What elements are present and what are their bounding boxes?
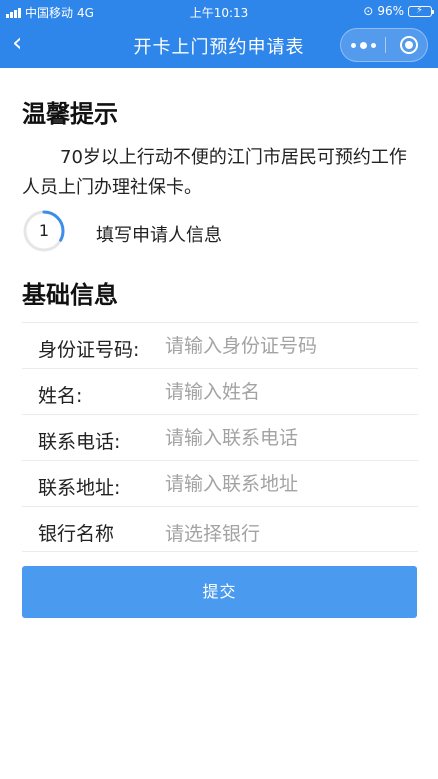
application-form: 身份证号码: 姓名: 联系电话: 联系地址: 银行名称 请选择银行 (22, 322, 418, 552)
notice-text: 70岁以上行动不便的江门市居民可预约工作人员上门办理社保卡。 (22, 147, 407, 198)
step-label: 填写申请人信息 (96, 225, 222, 246)
bank-label: 银行名称 (38, 523, 115, 545)
form-row-address: 联系地址: (22, 460, 418, 506)
bank-select[interactable]: 请选择银行 (165, 519, 260, 546)
orientation-lock-icon: ⊙ (363, 4, 374, 18)
mini-program-capsule (340, 28, 428, 62)
app-header: 中国移动 4G 上午10:13 ⊙ 96% ⚡ ‹ 开卡上门预约申请表 (0, 0, 438, 68)
address-label: 联系地址: (38, 477, 121, 499)
form-row-name: 姓名: (22, 368, 418, 414)
section-title-basic-info: 基础信息 (22, 281, 118, 309)
step-number: 1 (38, 221, 50, 240)
status-right: ⊙ 96% ⚡ (363, 4, 434, 18)
id-number-label: 身份证号码: (38, 339, 140, 361)
form-row-id-number: 身份证号码: (22, 322, 418, 368)
phone-label: 联系电话: (38, 431, 121, 453)
name-input[interactable] (165, 377, 405, 407)
more-button[interactable] (341, 29, 385, 61)
notice-title: 温馨提示 (22, 100, 118, 128)
navigation-bar: ‹ 开卡上门预约申请表 (0, 22, 438, 68)
address-input[interactable] (165, 469, 405, 499)
more-dots-icon (350, 42, 356, 48)
battery-icon: ⚡ (408, 4, 434, 17)
submit-button[interactable]: 提交 (22, 566, 417, 618)
close-mini-program-button[interactable] (400, 36, 418, 54)
form-row-phone: 联系电话: (22, 414, 418, 460)
status-bar: 中国移动 4G 上午10:13 ⊙ 96% ⚡ (0, 0, 438, 22)
charging-bolt-icon: ⚡ (416, 4, 424, 16)
id-number-input[interactable] (165, 331, 405, 361)
phone-input[interactable] (165, 423, 405, 453)
form-row-bank[interactable]: 银行名称 请选择银行 (22, 506, 418, 552)
capsule-divider (385, 37, 386, 53)
battery-percent: 96% (377, 4, 404, 18)
name-label: 姓名: (38, 385, 83, 407)
